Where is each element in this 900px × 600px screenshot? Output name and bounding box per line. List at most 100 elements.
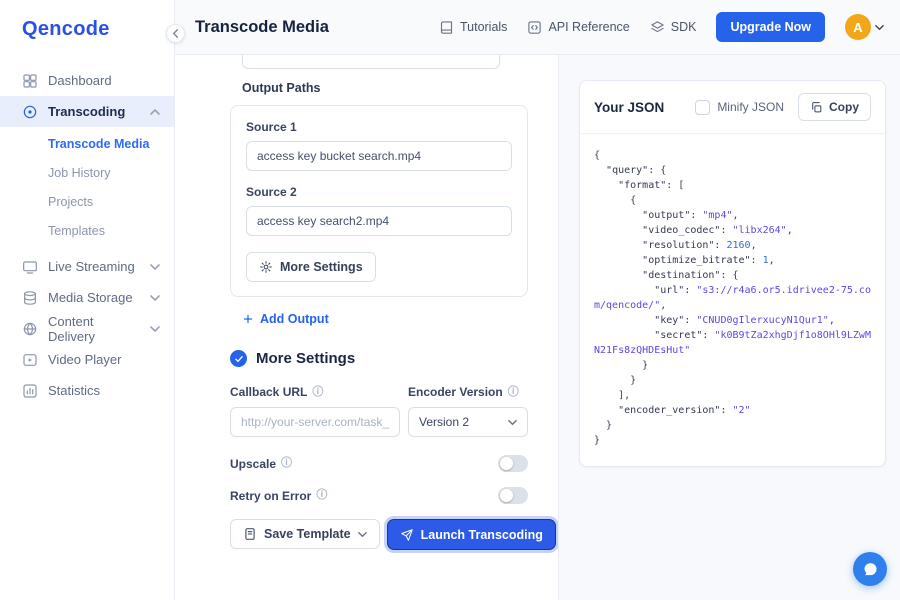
statistics-icon (22, 383, 38, 399)
sidebar-item-dashboard[interactable]: Dashboard (0, 65, 174, 96)
more-settings-button-label: More Settings (280, 260, 363, 274)
template-icon (243, 527, 257, 541)
launch-transcoding-label: Launch Transcoding (421, 528, 543, 542)
sidebar-item-label: Video Player (48, 352, 121, 367)
save-template-button[interactable]: Save Template (230, 519, 380, 549)
retry-on-error-toggle[interactable] (498, 487, 528, 504)
info-icon[interactable]: ⓘ (281, 458, 292, 469)
api-reference-label: API Reference (548, 20, 629, 34)
tutorials-icon (439, 20, 454, 35)
json-panel-title: Your JSON (594, 100, 664, 115)
main-area: Transcode Media Tutorials API Reference … (175, 0, 900, 600)
info-icon[interactable]: ⓘ (316, 490, 327, 501)
retry-on-error-row: Retry on Error ⓘ (230, 487, 528, 504)
live-streaming-icon (22, 259, 38, 275)
sidebar-item-statistics[interactable]: Statistics (0, 375, 174, 406)
encoder-version-label: Encoder Version ⓘ (408, 385, 528, 399)
dashboard-icon (22, 73, 38, 89)
source1-label: Source 1 (246, 120, 512, 134)
cutoff-input[interactable] (242, 55, 500, 69)
encoder-version-select[interactable]: Version 2 (408, 407, 528, 437)
sidebar-subitem-job-history[interactable]: Job History (0, 159, 174, 188)
output-paths-label: Output Paths (242, 81, 528, 95)
more-settings-title: More Settings (256, 350, 355, 367)
output-card: Source 1 Source 2 More Settings (230, 105, 528, 297)
content-delivery-icon (22, 321, 38, 337)
add-output-label: Add Output (260, 312, 329, 326)
minify-json-control[interactable]: Minify JSON (695, 100, 784, 115)
chevron-down-icon (150, 324, 160, 334)
upscale-toggle[interactable] (498, 455, 528, 472)
chat-icon (862, 561, 879, 578)
content: Output Paths Source 1 Source 2 More Sett… (175, 55, 900, 600)
save-template-label: Save Template (264, 527, 351, 541)
sidebar-item-content-delivery[interactable]: Content Delivery (0, 313, 174, 344)
copy-icon (810, 101, 823, 114)
add-output-link[interactable]: Add Output (242, 312, 329, 326)
sidebar: Qencode Dashboard Transcoding Transcode … (0, 0, 175, 600)
sidebar-subitem-projects[interactable]: Projects (0, 188, 174, 217)
launch-icon (400, 528, 414, 542)
source2-input[interactable] (246, 206, 512, 236)
sidebar-item-label: Media Storage (48, 290, 133, 305)
sdk-label: SDK (671, 20, 697, 34)
upgrade-now-button[interactable]: Upgrade Now (716, 12, 825, 42)
chevron-down-icon (508, 418, 517, 427)
avatar: A (845, 14, 871, 40)
sdk-link[interactable]: SDK (650, 20, 697, 35)
callback-url-input[interactable] (230, 407, 400, 437)
chevron-down-icon (150, 262, 160, 272)
json-code: { "query": { "format": [ { "output": "mp… (580, 134, 885, 466)
more-settings-button[interactable]: More Settings (246, 252, 376, 282)
sidebar-item-label: Live Streaming (48, 259, 135, 274)
sidebar-item-transcoding[interactable]: Transcoding (0, 96, 174, 127)
chevron-up-icon (150, 107, 160, 117)
callback-url-label: Callback URL ⓘ (230, 385, 400, 399)
json-panel: Your JSON Minify JSON Copy { "query": { … (579, 80, 886, 467)
sidebar-collapse-button[interactable] (166, 24, 185, 43)
retry-on-error-label: Retry on Error ⓘ (230, 489, 327, 503)
minify-json-label: Minify JSON (717, 100, 784, 114)
api-reference-link[interactable]: API Reference (527, 20, 629, 35)
upscale-label: Upscale ⓘ (230, 457, 292, 471)
sidebar-item-live-streaming[interactable]: Live Streaming (0, 251, 174, 282)
transcoding-submenu: Transcode Media Job History Projects Tem… (0, 127, 174, 251)
launch-transcoding-button[interactable]: Launch Transcoding (387, 519, 556, 550)
media-storage-icon (22, 290, 38, 306)
callback-url-field: Callback URL ⓘ (230, 385, 400, 437)
chevron-down-icon (150, 293, 160, 303)
gear-icon (259, 260, 273, 274)
plus-icon (242, 313, 254, 325)
chevron-down-icon (875, 23, 884, 32)
copy-label: Copy (829, 100, 859, 114)
tutorials-label: Tutorials (460, 20, 507, 34)
sidebar-item-video-player[interactable]: Video Player (0, 344, 174, 375)
sidebar-subitem-transcode-media[interactable]: Transcode Media (0, 130, 174, 159)
sdk-icon (650, 20, 665, 35)
tutorials-link[interactable]: Tutorials (439, 20, 507, 35)
chat-widget-button[interactable] (853, 552, 887, 586)
copy-button[interactable]: Copy (798, 93, 871, 121)
video-player-icon (22, 352, 38, 368)
info-icon[interactable]: ⓘ (312, 387, 323, 398)
encoder-version-value: Version 2 (419, 415, 469, 429)
topbar: Transcode Media Tutorials API Reference … (175, 0, 900, 55)
account-menu[interactable]: A (845, 14, 884, 40)
sidebar-item-media-storage[interactable]: Media Storage (0, 282, 174, 313)
qencode-logo: Qencode (22, 18, 174, 41)
sidebar-item-label: Content Delivery (48, 314, 140, 344)
sidebar-item-label: Statistics (48, 383, 100, 398)
transcoding-icon (22, 104, 38, 120)
transcode-form-column: Output Paths Source 1 Source 2 More Sett… (175, 55, 558, 600)
sidebar-subitem-templates[interactable]: Templates (0, 217, 174, 246)
source2-label: Source 2 (246, 185, 512, 199)
chevron-down-icon (358, 530, 367, 539)
info-icon[interactable]: ⓘ (508, 387, 519, 398)
source1-input[interactable] (246, 141, 512, 171)
sidebar-item-label: Transcoding (48, 104, 125, 119)
page-title: Transcode Media (195, 18, 329, 37)
more-settings-section-header: More Settings (230, 350, 528, 367)
minify-json-checkbox[interactable] (695, 100, 710, 115)
check-circle-icon (230, 350, 247, 367)
upscale-row: Upscale ⓘ (230, 455, 528, 472)
